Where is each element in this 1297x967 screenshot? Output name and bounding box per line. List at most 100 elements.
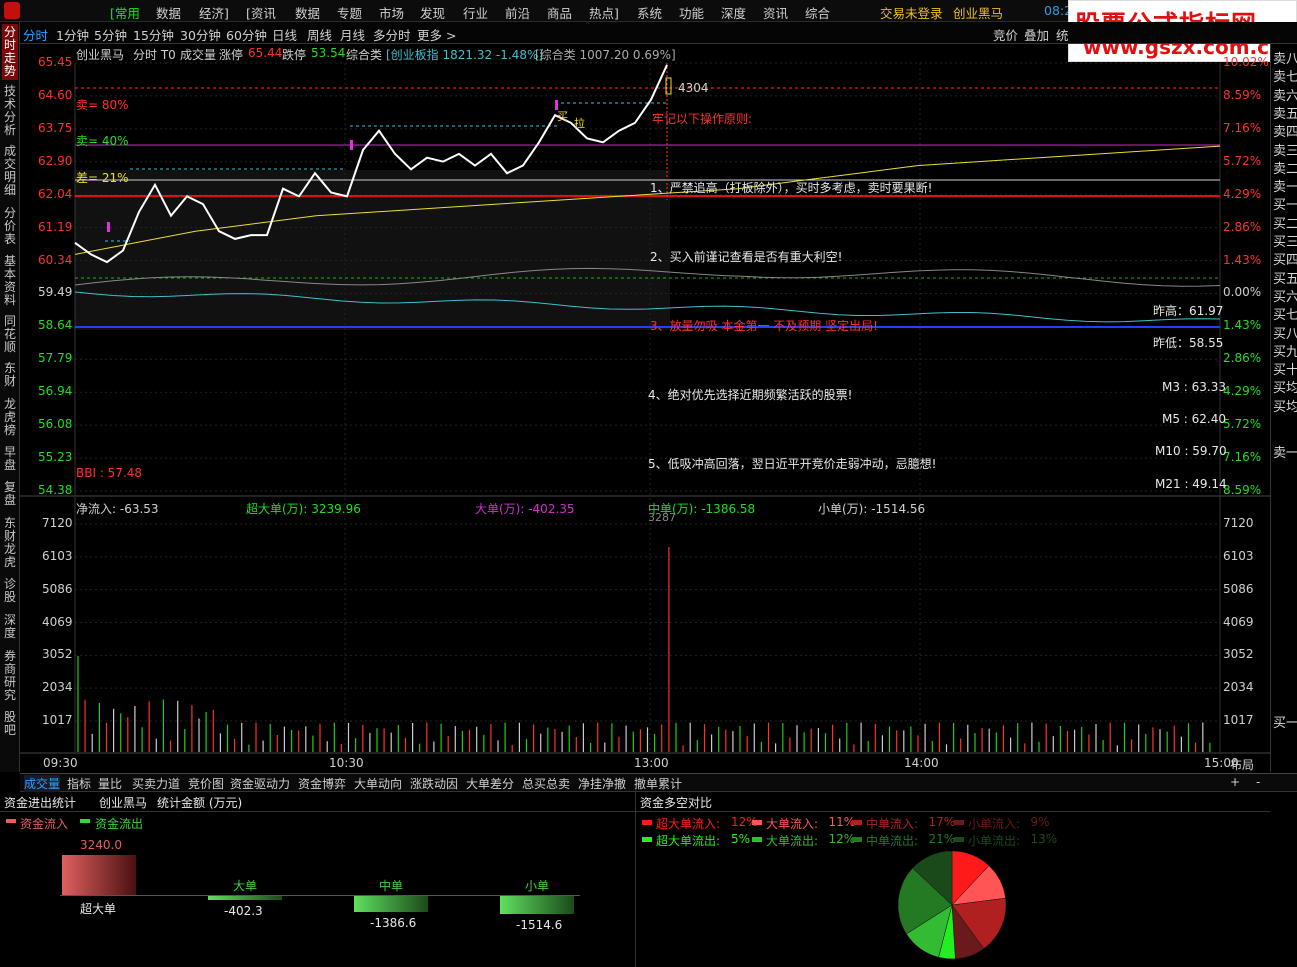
indicator-tab[interactable]: 撤单累计 <box>634 775 682 792</box>
fund-bar-name: 小单 <box>525 879 550 893</box>
pie-legend-label: 大单流入: <box>766 817 819 831</box>
price-tick: 60.34 <box>38 252 73 267</box>
chart-mode: 分时 T0 <box>133 48 176 62</box>
price-tick: 65.45 <box>38 55 73 69</box>
pie-legend-pct: 5% <box>731 832 751 846</box>
chart-stock-name: 创业黑马 <box>76 48 125 62</box>
pie-legend-label: 小单流入: <box>968 817 1021 831</box>
order-book-row: 卖五 <box>1273 106 1297 122</box>
zoom-out-button[interactable]: - <box>1256 775 1260 789</box>
fund-stats-stock: 创业黑马 <box>99 796 148 810</box>
bbi-label: BBI : 57.48 <box>76 466 143 480</box>
pie-legend-swatch <box>852 820 862 825</box>
indicator-tab[interactable]: 大单动向 <box>354 775 402 792</box>
pie-legend-label: 小单流出: <box>968 834 1021 848</box>
time-tick: 14:00 <box>904 756 939 770</box>
pie-header <box>636 792 1270 812</box>
indicator-tab[interactable]: 成交量 <box>24 775 61 792</box>
super-order-flow: 超大单(万): 3239.96 <box>246 502 361 516</box>
limit-down-label: 跌停 <box>282 48 307 62</box>
percent-tick: 1.43% <box>1223 252 1262 267</box>
index-cyb: [创业板指 1821.32 -1.48%] <box>386 48 544 62</box>
ma21-label: M21 : 49.14 <box>1155 477 1227 491</box>
indicator-tab[interactable]: 买卖力道 <box>132 775 180 792</box>
price-volume-chart[interactable] <box>0 0 1270 773</box>
pie-legend-swatch <box>852 837 862 842</box>
indicator-tab[interactable]: 竞价图 <box>188 775 224 792</box>
panel-divider <box>635 792 636 967</box>
indicator-tab[interactable]: 资金驱动力 <box>230 775 290 792</box>
fund-bar-3 <box>500 895 574 914</box>
rule-1: 1、严禁追高（打板除外），买时多考虑，卖时要果断! <box>650 181 933 195</box>
pie-legend-pct: 13% <box>1030 832 1058 846</box>
volume-tick: 6103 <box>42 548 73 563</box>
buy-marker: 买 <box>557 110 568 123</box>
fund-bar-name: 大单 <box>233 879 258 893</box>
indicator-tab[interactable]: 大单差分 <box>466 775 514 792</box>
indicator-tab[interactable]: 涨跌动因 <box>410 775 458 792</box>
indicator-tab[interactable]: 资金博弈 <box>298 775 346 792</box>
buy-point-marker <box>107 222 110 232</box>
price-tick: 57.79 <box>38 351 73 366</box>
order-book-row: 买一 <box>1273 198 1297 214</box>
percent-tick: 8.59% <box>1223 483 1262 497</box>
fund-bar-0 <box>62 855 136 895</box>
indicator-tab[interactable]: 指标 <box>67 775 91 792</box>
pie-legend-swatch <box>752 820 762 825</box>
percent-tick: 2.86% <box>1223 219 1262 234</box>
price-tick: 61.19 <box>38 219 73 234</box>
ma5-label: M5 : 62.40 <box>1162 412 1227 426</box>
order-book-panel: 卖八 卖七 卖六 卖五 卖四 卖三 卖二 卖一 买一 买二 买三 买四 买五 买六 买七 买八 买九 买十 买均 买均… <box>1270 44 1297 772</box>
fund-flow-panel: 资金进出统计 创业黑马 统计金额 (万元) 资金流入 资金流出 资金多空对比 3… <box>0 792 1297 967</box>
volume-tick-right: 7120 <box>1223 516 1254 530</box>
net-inflow: 净流入: -63.53 <box>76 502 159 516</box>
zoom-in-button[interactable]: + <box>1230 775 1240 789</box>
volume-tick: 1017 <box>42 713 73 727</box>
small-order-flow: 小单(万): -1514.56 <box>818 502 926 516</box>
indicator-tab[interactable]: 量比 <box>98 775 122 792</box>
fund-stats-header <box>0 792 635 812</box>
indicator-tabbar: 成交量 指标 量比 买卖力道 竞价图 资金驱动力 资金博弈 大单动向 涨跌动因 大单差分 总买总卖净… <box>20 773 1297 792</box>
percent-tick: 1.43% <box>1223 318 1262 333</box>
rule-4: 4、绝对优先选择近期频繁活跃的股票! <box>648 388 853 402</box>
order-book-row: 卖四 <box>1273 125 1297 141</box>
fund-bar-2 <box>354 895 428 913</box>
fund-bar-name: 超大单 <box>80 902 117 916</box>
order-book-row: 买均 <box>1273 399 1297 415</box>
price-tick: 58.64 <box>38 318 73 333</box>
volume-tick-right: 5086 <box>1223 581 1254 596</box>
layout-button[interactable]: 布局 <box>1230 756 1254 773</box>
high-value-label: 4304 <box>678 81 709 95</box>
pie-legend-swatch <box>642 837 652 842</box>
volume-tick: 5086 <box>42 581 73 596</box>
indicator-tab[interactable]: 总买总卖 <box>522 775 570 792</box>
price-tick: 62.04 <box>38 186 73 201</box>
legend-inflow: 资金流入 <box>20 817 69 831</box>
order-book-row: 买均 <box>1273 381 1297 397</box>
indicator-tab[interactable]: 净挂净撤 <box>578 775 626 792</box>
volume-tick-right: 3052 <box>1223 647 1254 662</box>
order-book-row: 卖七 <box>1273 70 1297 86</box>
order-book-row: 卖八 <box>1273 52 1297 67</box>
pie-legend-label: 中单流出: <box>866 834 919 848</box>
ma10-label: M10 : 59.70 <box>1155 444 1227 458</box>
percent-tick: 10.02% <box>1223 55 1269 69</box>
pie-chart <box>897 850 1007 960</box>
prev-high-label: 昨高：61.97 <box>1153 304 1224 318</box>
order-book-row: 买三 <box>1273 235 1297 250</box>
time-tick: 09:30 <box>43 756 78 770</box>
order-book-row: 买九 <box>1273 344 1297 360</box>
fund-bar-name: 中单 <box>379 879 404 893</box>
order-book-row: 买五 <box>1273 271 1297 287</box>
limit-down-value: 53.54 <box>311 46 346 60</box>
rule-2: 2、买入前谨记查看是否有重大利空! <box>650 250 843 264</box>
fund-bar-value: -402.3 <box>224 903 263 918</box>
order-book-row: 卖一 <box>1273 180 1297 196</box>
pie-legend-label: 中单流入: <box>866 817 919 831</box>
order-book-row: 买二 <box>1273 216 1297 232</box>
order-book-row: 卖一 <box>1273 446 1297 461</box>
volume-tick: 4069 <box>42 614 73 629</box>
pie-legend-swatch <box>954 837 964 842</box>
chart-volume-label: 成交量 <box>180 48 217 62</box>
limit-up-label: 涨停 <box>219 48 244 62</box>
